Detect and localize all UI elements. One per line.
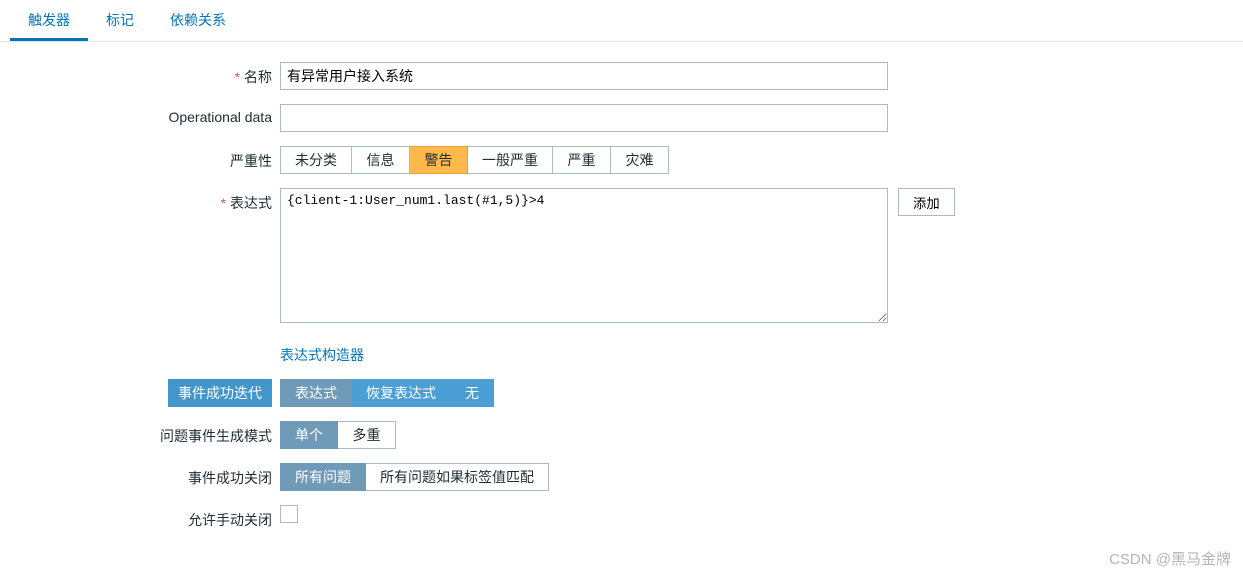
ok-iter-label-cell: 事件成功迭代 bbox=[10, 379, 280, 407]
severity-opt-warning[interactable]: 警告 bbox=[410, 146, 468, 174]
tab-trigger[interactable]: 触发器 bbox=[10, 0, 88, 41]
severity-opt-unclassified[interactable]: 未分类 bbox=[280, 146, 352, 174]
ok-iter-group: 表达式 恢复表达式 无 bbox=[280, 379, 494, 407]
gen-mode-opt-single[interactable]: 单个 bbox=[280, 421, 338, 449]
manual-close-checkbox[interactable] bbox=[280, 505, 298, 523]
gen-mode-opt-multiple[interactable]: 多重 bbox=[338, 421, 396, 449]
row-name: 名称 bbox=[10, 62, 1220, 90]
expression-builder-link[interactable]: 表达式构造器 bbox=[280, 339, 364, 365]
expression-textarea[interactable] bbox=[280, 188, 888, 323]
gen-mode-group: 单个 多重 bbox=[280, 421, 396, 449]
row-ok-close: 事件成功关闭 所有问题 所有问题如果标签值匹配 bbox=[10, 463, 1220, 491]
row-gen-mode: 问题事件生成模式 单个 多重 bbox=[10, 421, 1220, 449]
severity-opt-disaster[interactable]: 灾难 bbox=[611, 146, 669, 174]
ok-close-label: 事件成功关闭 bbox=[10, 463, 280, 488]
gen-mode-label: 问题事件生成模式 bbox=[10, 421, 280, 446]
manual-close-label: 允许手动关闭 bbox=[10, 505, 280, 530]
ok-close-group: 所有问题 所有问题如果标签值匹配 bbox=[280, 463, 549, 491]
row-opdata: Operational data bbox=[10, 104, 1220, 132]
ok-iter-opt-expression[interactable]: 表达式 bbox=[280, 379, 352, 407]
row-severity: 严重性 未分类 信息 警告 一般严重 严重 灾难 bbox=[10, 146, 1220, 174]
severity-group: 未分类 信息 警告 一般严重 严重 灾难 bbox=[280, 146, 669, 174]
severity-opt-average[interactable]: 一般严重 bbox=[468, 146, 553, 174]
expression-label: 表达式 bbox=[10, 188, 280, 213]
tab-tags[interactable]: 标记 bbox=[88, 0, 152, 41]
severity-opt-high[interactable]: 严重 bbox=[553, 146, 611, 174]
ok-iter-label: 事件成功迭代 bbox=[168, 379, 272, 407]
severity-opt-information[interactable]: 信息 bbox=[352, 146, 410, 174]
ok-close-opt-all[interactable]: 所有问题 bbox=[280, 463, 366, 491]
add-button[interactable]: 添加 bbox=[898, 188, 955, 216]
tabs: 触发器 标记 依赖关系 bbox=[0, 0, 1243, 42]
ok-iter-opt-none[interactable]: 无 bbox=[451, 379, 494, 407]
tab-deps[interactable]: 依赖关系 bbox=[152, 0, 244, 41]
opdata-label: Operational data bbox=[10, 104, 280, 125]
severity-label: 严重性 bbox=[10, 146, 280, 171]
name-label: 名称 bbox=[10, 62, 280, 87]
ok-iter-opt-recovery[interactable]: 恢复表达式 bbox=[352, 379, 451, 407]
row-expression: 表达式 添加 表达式构造器 bbox=[10, 188, 1220, 365]
name-input[interactable] bbox=[280, 62, 888, 90]
form: 名称 Operational data 严重性 未分类 信息 警告 一般严重 严… bbox=[0, 42, 1230, 584]
row-ok-iteration: 事件成功迭代 表达式 恢复表达式 无 bbox=[10, 379, 1220, 407]
row-manual-close: 允许手动关闭 bbox=[10, 505, 1220, 530]
opdata-input[interactable] bbox=[280, 104, 888, 132]
ok-close-opt-tagmatch[interactable]: 所有问题如果标签值匹配 bbox=[366, 463, 549, 491]
